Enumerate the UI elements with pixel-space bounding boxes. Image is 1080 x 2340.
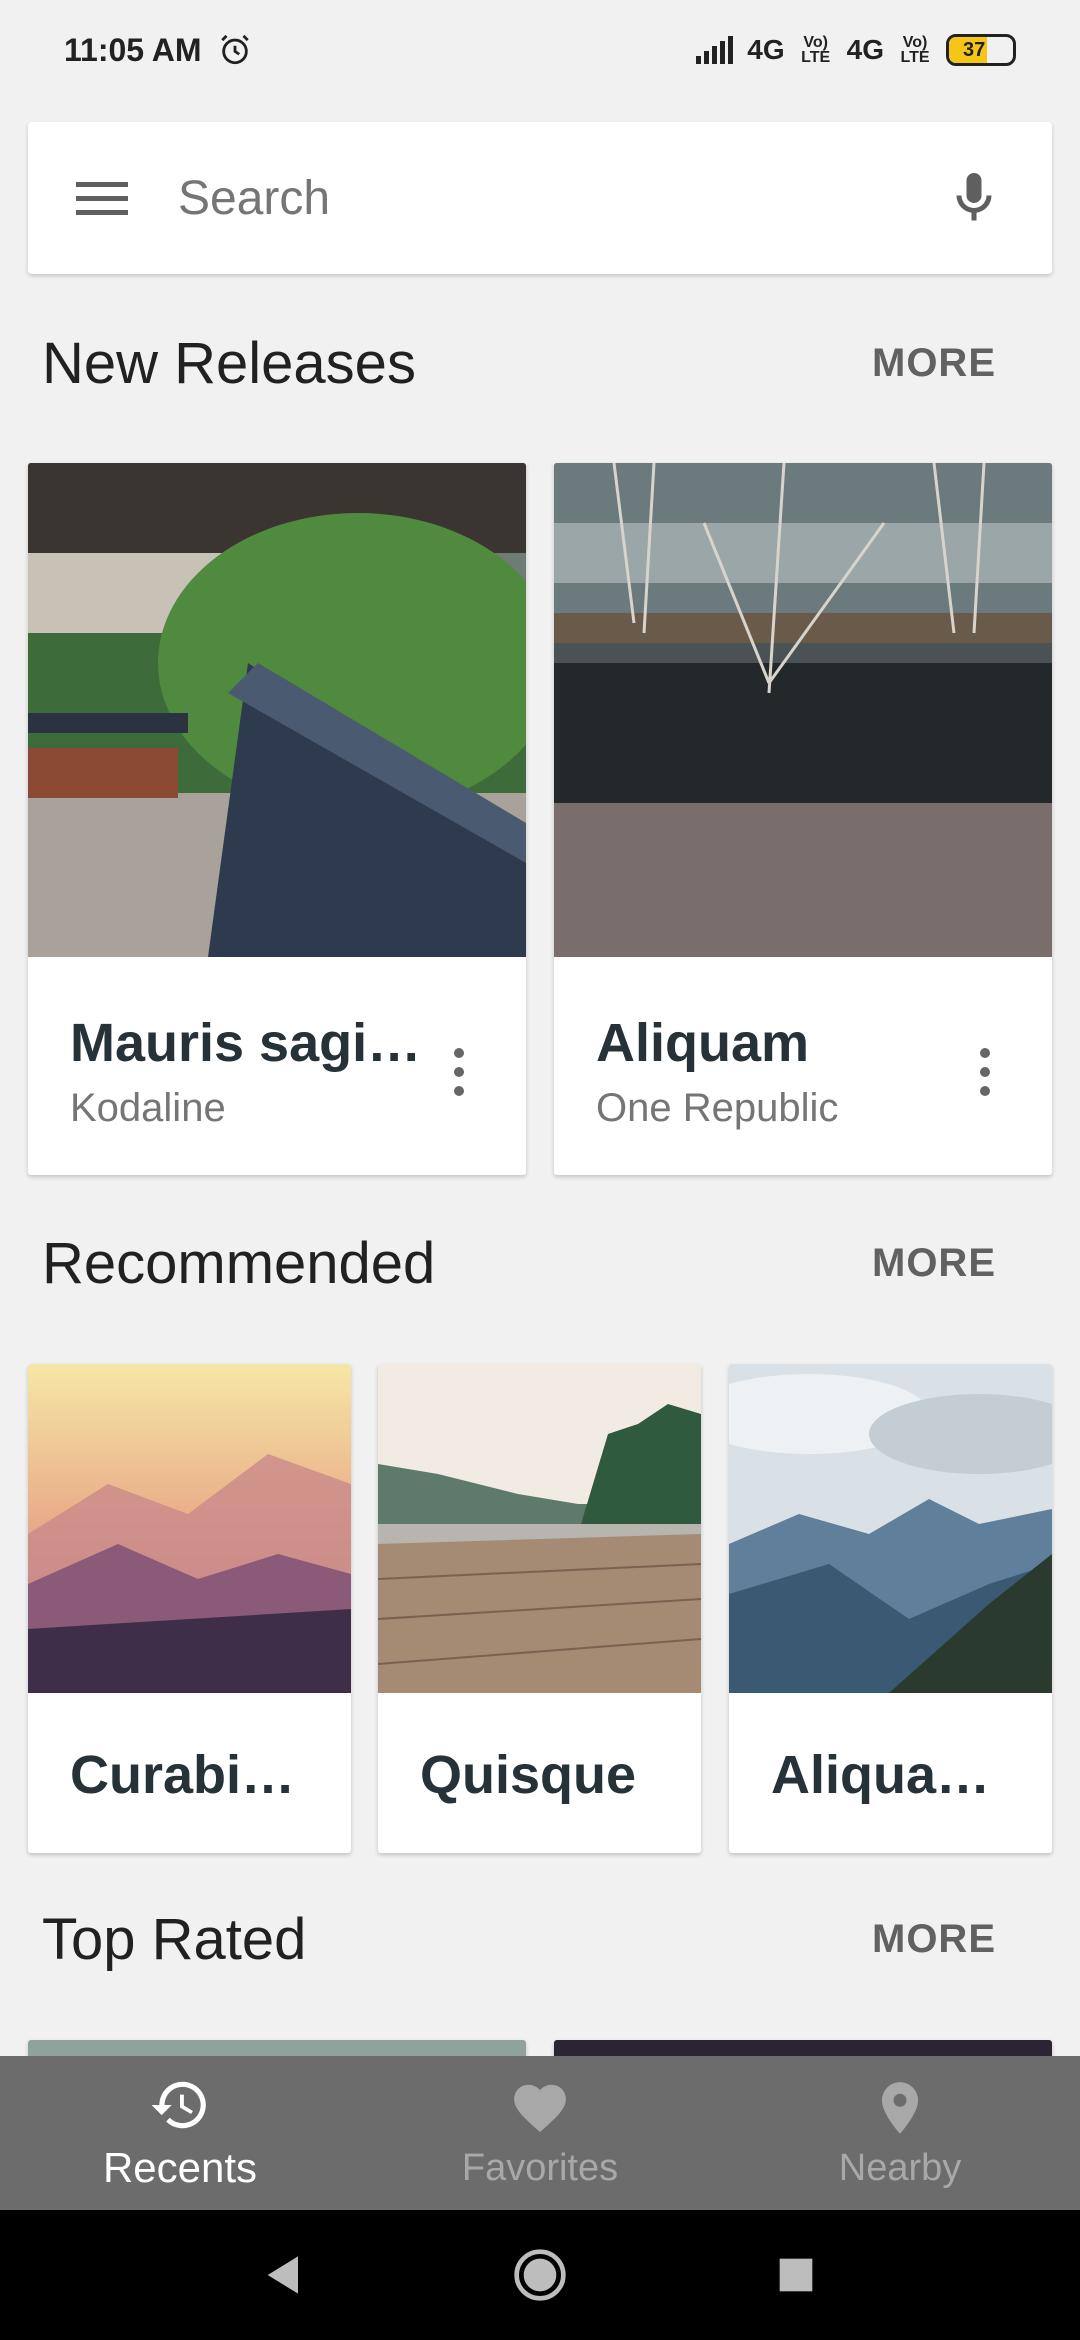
search-bar bbox=[28, 122, 1052, 274]
back-icon[interactable] bbox=[256, 2247, 312, 2303]
network-type-1: 4G bbox=[747, 34, 785, 65]
status-icons: 4G Vo) LTE 4G Vo) LTE 37 bbox=[696, 34, 1016, 66]
nav-item-nearby[interactable]: Nearby bbox=[720, 2056, 1080, 2210]
more-options-icon[interactable] bbox=[452, 1048, 466, 1096]
card-subtitle: Kodaline bbox=[70, 1086, 226, 1130]
signal-icon bbox=[696, 36, 734, 64]
recommended-card-1[interactable]: Curabit… bbox=[28, 1364, 351, 1853]
nav-item-favorites[interactable]: Favorites bbox=[360, 2056, 720, 2210]
album-art-image bbox=[28, 1364, 351, 1693]
battery-icon: 37 bbox=[946, 34, 1016, 66]
album-art-image bbox=[729, 1364, 1052, 1693]
status-bar: 11:05 AM 4G Vo) LTE 4G Vo) LTE 37 bbox=[0, 0, 1080, 100]
volte-icon-2: Vo) LTE bbox=[900, 34, 930, 66]
more-options-icon[interactable] bbox=[978, 1048, 992, 1096]
card-title: Aliquam bbox=[596, 1013, 810, 1073]
bottom-navigation: Recents Favorites Nearby bbox=[0, 2056, 1080, 2210]
recommended-more-button[interactable]: MORE bbox=[872, 1241, 1038, 1286]
card-body: Mauris sagi… Kodaline bbox=[28, 962, 526, 1175]
card-body: Quisque bbox=[378, 1698, 701, 1853]
nav-label-recents: Recents bbox=[102, 2144, 258, 2191]
card-body: Aliqua… bbox=[729, 1698, 1052, 1853]
hamburger-menu-icon[interactable] bbox=[76, 168, 136, 228]
album-art-image bbox=[378, 1364, 701, 1693]
network-type-2: 4G bbox=[846, 34, 884, 65]
card-title: Quisque bbox=[420, 1745, 637, 1805]
album-art-image bbox=[554, 463, 1052, 957]
top-rated-header: Top Rated MORE bbox=[42, 1906, 1038, 1973]
heart-icon bbox=[514, 2084, 566, 2132]
volte-icon-1: Vo) LTE bbox=[801, 34, 831, 66]
card-subtitle: One Republic bbox=[596, 1086, 839, 1130]
battery-level: 37 bbox=[963, 38, 986, 61]
card-title: Curabit… bbox=[70, 1745, 311, 1805]
recommended-card-3[interactable]: Aliqua… bbox=[729, 1364, 1052, 1853]
recommended-card-2[interactable]: Quisque bbox=[378, 1364, 701, 1853]
home-icon[interactable] bbox=[512, 2247, 568, 2303]
alarm-icon bbox=[220, 34, 249, 65]
card-body: Curabit… bbox=[28, 1698, 351, 1853]
microphone-icon[interactable] bbox=[944, 168, 1004, 228]
album-art-image bbox=[28, 463, 526, 957]
system-navigation-bar bbox=[0, 2210, 1080, 2340]
nav-label-nearby: Nearby bbox=[838, 2146, 962, 2189]
card-title: Aliqua… bbox=[771, 1745, 991, 1805]
recent-apps-icon[interactable] bbox=[768, 2247, 824, 2303]
section-title-top-rated: Top Rated bbox=[42, 1907, 307, 1972]
top-rated-more-button[interactable]: MORE bbox=[872, 1917, 1038, 1962]
location-pin-icon bbox=[881, 2081, 919, 2134]
nav-item-recents[interactable]: Recents bbox=[0, 2056, 360, 2210]
status-time: 11:05 AM bbox=[64, 31, 202, 68]
new-release-card-1[interactable]: Mauris sagi… Kodaline bbox=[28, 463, 526, 1175]
search-input[interactable] bbox=[178, 170, 944, 226]
section-title-new-releases: New Releases bbox=[42, 331, 416, 396]
nav-label-favorites: Favorites bbox=[461, 2146, 619, 2189]
new-release-card-2[interactable]: Aliquam One Republic bbox=[554, 463, 1052, 1175]
new-releases-header: New Releases MORE bbox=[42, 330, 1038, 397]
history-icon bbox=[151, 2081, 206, 2129]
card-body: Aliquam One Republic bbox=[554, 962, 1052, 1175]
new-releases-more-button[interactable]: MORE bbox=[872, 341, 1038, 386]
recommended-header: Recommended MORE bbox=[42, 1230, 1038, 1297]
section-title-recommended: Recommended bbox=[42, 1231, 436, 1296]
card-title: Mauris sagi… bbox=[70, 1013, 422, 1073]
